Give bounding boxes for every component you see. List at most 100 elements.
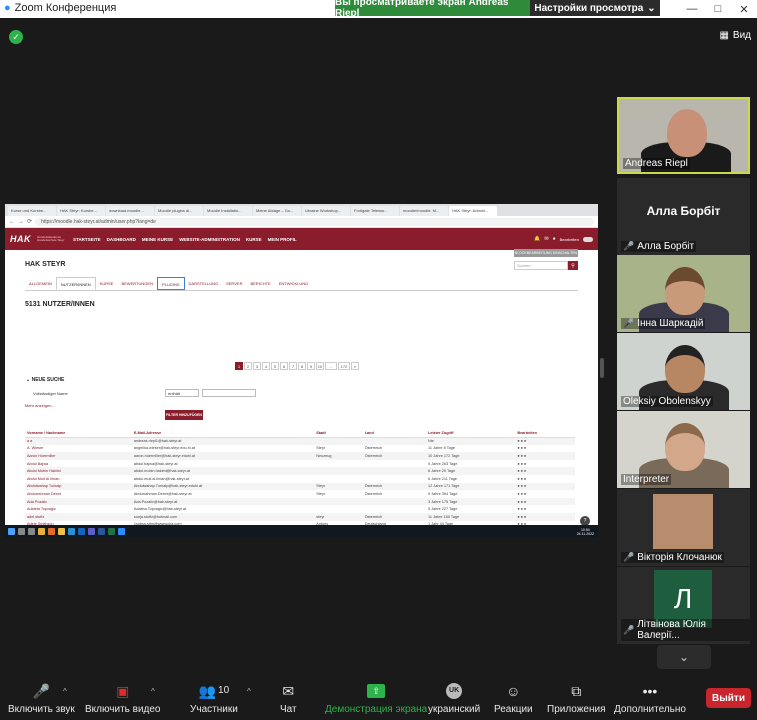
back-icon[interactable]: ← [9,219,15,225]
page-link[interactable]: 5 [271,362,279,370]
participant-tile[interactable]: 🎤 Інна Шаркадій [617,255,750,332]
browser-tab[interactable]: Ukraine Workshop... [302,206,350,216]
reload-icon[interactable]: ⟳ [27,218,32,225]
admin-tab[interactable]: PLUGINS [156,277,185,290]
bell-icon[interactable]: 🔔 [534,236,540,242]
page-link[interactable]: 172 [338,362,350,370]
browser-tab[interactable]: Meine Ablage – Go... [253,206,301,216]
split-drag-handle[interactable] [600,358,604,378]
chat-icon[interactable]: ✉ [544,236,548,242]
column-header[interactable]: Bearbeiten [515,430,575,438]
participants-button[interactable]: 👥 10 Участники [190,673,238,715]
block-editing-button[interactable]: BLOCKBEARBEITUNG EINSCHALTEN [514,249,578,257]
nav-item[interactable]: DASHBOARD [107,237,136,242]
filter-value-input[interactable] [202,389,256,397]
user-name-link[interactable]: Abdul Mobin Hakimi [25,467,132,475]
hak-logo[interactable]: HAK [10,234,31,244]
add-filter-button[interactable]: FILTER HINZUFÜGEN [165,410,203,420]
edit-icon[interactable]: ● [524,484,527,488]
admin-tab[interactable]: DARSTELLUNG [185,277,223,290]
nav-item[interactable]: MEINE KURSE [142,237,173,242]
browser-tab[interactable]: moodle/moodle: M... [400,206,448,216]
user-name-link[interactable]: Abdurrahman Demir [25,490,132,498]
column-header[interactable]: Stadt [314,430,363,438]
edit-icon[interactable]: ● [524,462,527,466]
edge-icon[interactable] [68,528,75,535]
leave-button[interactable]: Выйти [706,688,751,708]
view-options-button[interactable]: Настройки просмотра ⌄ [530,0,660,16]
page-link[interactable]: 4 [262,362,270,370]
user-name-link[interactable]: a a [25,437,132,445]
word-icon[interactable] [98,528,105,535]
user-name-link[interactable]: Ada Pozalic [25,497,132,506]
admin-tab[interactable]: KURSE [96,277,118,290]
filter-heading[interactable]: ⌄ NEUE SUCHE [26,377,64,383]
user-name-link[interactable]: Abdul Muit Al Ilman [25,475,132,483]
column-header[interactable]: Vorname / Nachname [25,430,132,438]
explorer-icon[interactable] [58,528,65,535]
minimize-icon[interactable]: — [679,0,705,18]
participant-tile[interactable]: 🎤 Вікторія Клочанюк [617,489,750,566]
zoom-taskbar-icon[interactable] [118,528,125,535]
search-icon[interactable]: ⚲ [568,261,578,270]
user-name-link[interactable]: Abdul Bajwa [25,460,132,468]
browser-tab[interactable]: download.moodle... [106,206,154,216]
user-name-link[interactable]: Abdulwahap Turkalp [25,482,132,491]
show-more-link[interactable]: Mehr anzeigen... [25,403,55,408]
filter-operator-select[interactable]: enthält [165,389,199,397]
user-name-link[interactable]: Aaron Hoermiller [25,452,132,460]
user-name-link[interactable]: adel.stuffz [25,512,132,521]
outlook-icon[interactable] [78,528,85,535]
edit-icon[interactable]: ● [524,515,527,519]
page-link[interactable]: 7 [289,362,297,370]
participant-tile[interactable]: Л 🎤 Літвінова Юлія Валерії... [617,567,750,644]
page-link[interactable]: ... [325,362,337,370]
admin-tab[interactable]: BEWERTUNGEN [117,277,156,290]
maximize-icon[interactable]: □ [705,0,731,18]
excel-icon[interactable] [108,528,115,535]
edit-icon[interactable]: ● [524,469,527,473]
column-header[interactable]: Land [362,430,427,438]
user-avatar-icon[interactable]: ● [553,236,556,242]
language-button[interactable]: UK украинский [428,673,480,715]
page-link[interactable]: 8 [298,362,306,370]
edit-icon[interactable]: ● [524,439,527,443]
reactions-button[interactable]: ☺ Реакции [494,673,533,715]
start-video-button[interactable]: ▣ Включить видео [85,673,161,715]
share-screen-button[interactable]: ⇧ Демонстрация экрана [325,673,427,715]
nav-item[interactable]: KURSE [246,237,262,242]
page-link[interactable]: 1 [235,362,243,370]
nav-item[interactable]: WEBSITE-ADMINISTRATION [179,237,240,242]
nav-item[interactable]: STARTSEITE [73,237,101,242]
video-options-icon[interactable]: ^ [151,687,155,696]
forward-icon[interactable]: → [18,219,24,225]
browser-tab[interactable]: Moodle Installatio... [204,206,252,216]
more-button[interactable]: ••• Дополнительно [614,673,686,715]
admin-tab[interactable]: ALLGEMEIN [25,277,56,290]
browser-tab[interactable]: HAK Steyr: Kursbe... [57,206,105,216]
participant-tile[interactable]: Oleksiy Obolenskyy [617,333,750,410]
taskview-icon[interactable] [28,528,35,535]
browser-tab[interactable]: Moodle plugins di... [155,206,203,216]
page-link[interactable]: 9 [307,362,315,370]
column-header[interactable]: E-Mail-Adresse [131,430,315,438]
admin-search-input[interactable]: Suchen [514,261,568,270]
edit-icon[interactable]: ● [524,492,527,496]
user-name-link[interactable]: Adaleta Topvagic [25,505,132,513]
teams-icon[interactable] [88,528,95,535]
chrome-icon[interactable] [38,528,45,535]
page-link[interactable]: 2 [244,362,252,370]
page-link[interactable]: 10 [316,362,324,370]
edit-icon[interactable]: ● [524,477,527,481]
view-button[interactable]: ▦ Вид [719,30,751,41]
participant-tile[interactable]: Алла Борбіт 🎤 Алла Борбіт [617,178,750,255]
participant-tile[interactable]: Interpreter [617,411,750,488]
gallery-scroll-down-button[interactable]: ⌄ [657,645,711,669]
browser-tab[interactable]: Fortigate Telewor... [351,206,399,216]
edit-icon[interactable]: ● [524,500,527,504]
search-icon[interactable] [18,528,25,535]
page-link[interactable]: 3 [253,362,261,370]
page-link[interactable]: 6 [280,362,288,370]
edit-icon[interactable]: ● [524,507,527,511]
edit-icon[interactable]: ● [524,446,527,450]
